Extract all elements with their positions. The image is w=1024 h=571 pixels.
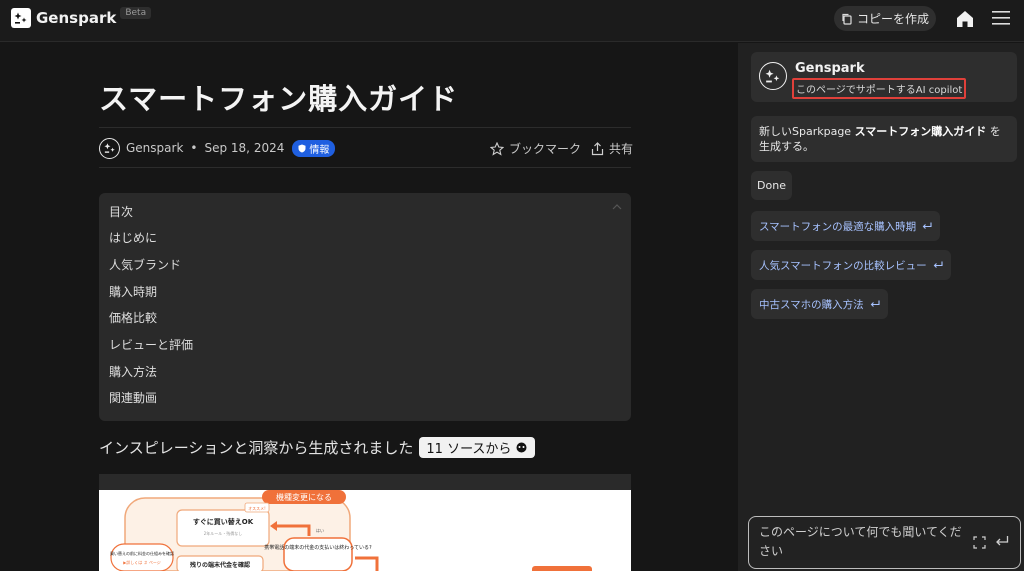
toc-item-introduction[interactable]: はじめに [109, 229, 157, 246]
menu-icon[interactable] [992, 10, 1010, 26]
share-button[interactable]: 共有 [591, 140, 633, 157]
ask-input[interactable]: このページについて何でも聞いてください [748, 516, 1021, 569]
copilot-name: Genspark [795, 61, 865, 76]
flow-box1-title: すぐに買い替えOK [193, 517, 254, 526]
flow-box2-title: 残りの端末代金を確認 [190, 561, 250, 569]
divider [99, 167, 631, 168]
assistant-message: 新しいSparkpage スマートフォン購入ガイド を生成する。 [751, 116, 1017, 162]
author-avatar-icon [99, 137, 120, 159]
message-page-title: スマートフォン購入ガイド [854, 125, 987, 138]
toc-heading: 目次 [109, 205, 134, 219]
copilot-subtitle: このページでサポートするAI copilot [792, 78, 967, 99]
done-status: Done [751, 171, 792, 200]
copy-icon [842, 13, 852, 25]
info-badge: 情報 [292, 139, 336, 157]
enter-icon [870, 300, 880, 307]
logo[interactable]: Genspark Beta [11, 7, 152, 28]
author-name[interactable]: Genspark [126, 141, 183, 155]
toc-item-reviews[interactable]: レビューと評価 [109, 336, 193, 353]
flow-left-link: ▶詳しくは ＃ ページ [123, 559, 161, 565]
bookmark-button[interactable]: ブックマーク [490, 140, 581, 157]
send-enter-icon[interactable] [995, 535, 1009, 547]
toc-item-timing[interactable]: 購入時期 [109, 283, 157, 300]
suggestion-label: 中古スマホの購入方法 [759, 298, 864, 311]
flow-box1-body: 2年ルール・残債なし [204, 530, 243, 536]
expand-icon[interactable] [973, 536, 986, 549]
toc-item-price[interactable]: 価格比較 [109, 309, 157, 326]
flow-top-label: 機種変更になる [276, 492, 332, 502]
message-prefix: 新しいSparkpage [759, 125, 855, 138]
publish-date: Sep 18, 2024 [204, 141, 285, 155]
generated-text: インスピレーションと洞察から生成されました [99, 439, 414, 457]
image-frame [99, 474, 631, 490]
table-of-contents: 目次 はじめに 人気ブランド 購入時期 価格比較 レビューと評価 購入方法 関連… [99, 193, 631, 421]
ask-placeholder: このページについて何でも聞いてください [759, 525, 962, 558]
share-icon [591, 141, 604, 155]
suggestion-label: 人気スマートフォンの比較レビュー [759, 259, 927, 272]
copy-button-label: コピーを作成 [856, 12, 929, 26]
sources-button-label: 11 ソースから [426, 442, 512, 457]
home-icon[interactable] [955, 9, 975, 29]
flow-yes: はい [316, 528, 324, 533]
flow-question: 携帯電話の端末の代金の支払いは終わっている? [264, 544, 372, 551]
flow-left-note: 買い替えの前に料金の仕組みを確認 [110, 550, 174, 556]
bookmark-label: ブックマーク [509, 142, 582, 156]
separator-dot: • [190, 141, 198, 155]
sources-icon [516, 442, 527, 452]
beta-badge: Beta [120, 7, 152, 19]
genspark-logo-icon [11, 8, 31, 28]
chevron-up-icon[interactable] [612, 204, 622, 210]
toc-item-purchase[interactable]: 購入方法 [109, 363, 157, 380]
star-icon [490, 141, 504, 156]
share-label: 共有 [609, 142, 634, 156]
shield-icon [298, 144, 306, 152]
page-title: スマートフォン購入ガイド [99, 82, 459, 116]
enter-icon [933, 261, 943, 268]
copilot-avatar-icon [759, 62, 787, 90]
article-meta: Genspark • Sep 18, 2024 情報 [99, 137, 336, 159]
enter-icon [922, 222, 932, 229]
info-badge-label: 情報 [309, 144, 330, 156]
flowchart-image: 機種変更になる オススメ! すぐに買い替えOK 2年ルール・残債なし 携帯電話の… [99, 490, 631, 571]
top-bar: Genspark Beta コピーを作成 [0, 0, 1024, 42]
divider [99, 127, 631, 128]
suggestion-label: スマートフォンの最適な購入時期 [759, 220, 917, 233]
toc-item-videos[interactable]: 関連動画 [109, 389, 157, 406]
suggestion-best-timing[interactable]: スマートフォンの最適な購入時期 [751, 211, 941, 241]
flow-recommend-tag: オススメ! [248, 506, 266, 511]
suggestion-compare-reviews[interactable]: 人気スマートフォンの比較レビュー [751, 250, 951, 280]
suggestion-used-phone[interactable]: 中古スマホの購入方法 [751, 289, 888, 319]
sources-button[interactable]: 11 ソースから [419, 437, 536, 458]
app-name: Genspark [36, 9, 117, 27]
toc-item-brands[interactable]: 人気ブランド [109, 256, 181, 273]
generated-from: インスピレーションと洞察から生成されました 11 ソースから [99, 437, 536, 458]
copy-button[interactable]: コピーを作成 [834, 6, 936, 31]
